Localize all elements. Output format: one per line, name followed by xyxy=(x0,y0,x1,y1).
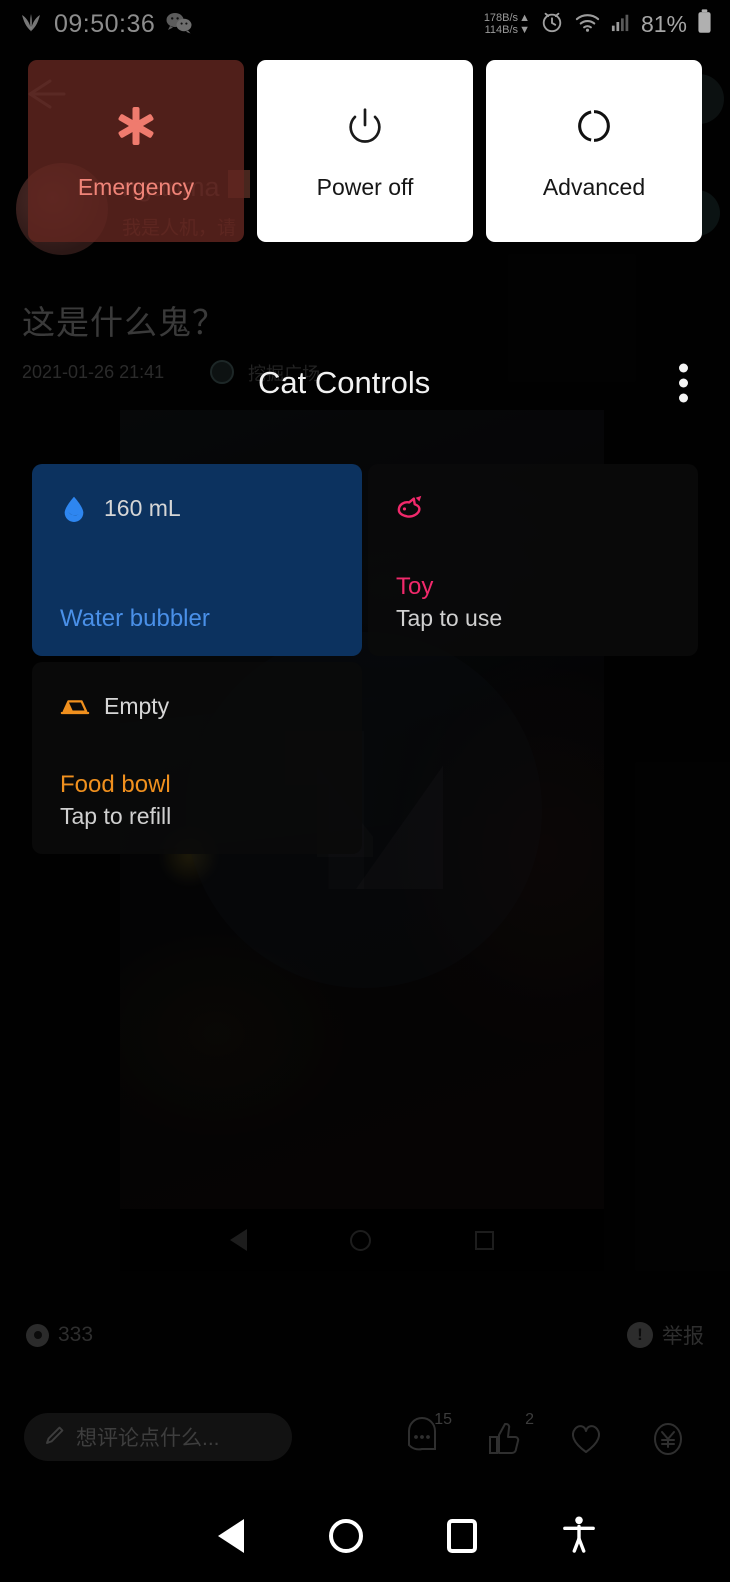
water-tile-bottom: Water bubbler xyxy=(60,603,334,634)
comment-placeholder: 想评论点什么... xyxy=(76,1427,220,1450)
advanced-label: Advanced xyxy=(542,173,646,200)
toy-tile-bottom: Toy Tap to use xyxy=(396,571,670,634)
power-menu: Emergency Power off Advanced xyxy=(28,60,702,242)
control-tile-toy[interactable]: Toy Tap to use xyxy=(368,464,698,656)
system-nav-bar xyxy=(0,1490,730,1582)
report-label: 举报 xyxy=(662,1325,704,1348)
fish-icon xyxy=(396,493,426,523)
report-group[interactable]: ! 举报 xyxy=(627,1320,704,1350)
eye-icon xyxy=(26,1323,49,1347)
controls-grid: 160 mL Water bubbler Toy Tap to use Empt… xyxy=(32,464,698,854)
food-status: Empty xyxy=(104,692,170,719)
battery-percent: 81% xyxy=(640,10,687,37)
leaf-icon xyxy=(18,9,44,40)
alarm-clock-icon xyxy=(540,10,564,39)
emergency-button[interactable]: Emergency xyxy=(28,60,244,242)
water-drop-icon xyxy=(60,493,90,523)
toy-tile-top xyxy=(396,490,670,526)
power-off-button[interactable]: Power off xyxy=(257,60,473,242)
water-tile-top: 160 mL xyxy=(60,490,334,526)
food-tile-top: Empty xyxy=(60,688,334,724)
pencil-icon xyxy=(44,1424,66,1451)
panel-header: Cat Controls xyxy=(0,352,730,414)
advanced-button[interactable]: Advanced xyxy=(486,60,702,242)
network-up-row: 178B/s ▲ xyxy=(484,12,530,24)
view-count-group: 333 xyxy=(26,1323,93,1347)
status-bar: 09:50:36 178B/s ▲ 114B/s ▼ 81% xyxy=(0,0,730,48)
post-title: 这是什么鬼？ xyxy=(22,304,226,341)
power-off-label: Power off xyxy=(316,173,414,200)
control-tile-food-bowl[interactable]: Empty Food bowl Tap to refill xyxy=(32,662,362,854)
status-bar-left: 09:50:36 xyxy=(18,9,193,40)
warning-icon: ! xyxy=(627,1322,653,1348)
status-time: 09:50:36 xyxy=(54,9,156,38)
view-count: 333 xyxy=(58,1323,94,1346)
down-arrow-icon: ▼ xyxy=(519,24,530,36)
comment-count: 15 xyxy=(434,1411,452,1428)
comment-bar: 想评论点什么... 15 2 xyxy=(0,1398,730,1476)
thumbs-up-icon[interactable]: 2 xyxy=(484,1411,534,1459)
cellular-signal-icon xyxy=(611,11,631,38)
heart-icon[interactable] xyxy=(566,1415,606,1459)
water-name: Water bubbler xyxy=(60,604,210,632)
like-count: 2 xyxy=(525,1411,534,1428)
cat-controls-panel: Cat Controls 160 mL Water bubbler Toy Ta… xyxy=(0,352,730,854)
more-vertical-icon[interactable] xyxy=(673,358,694,409)
food-sub: Tap to refill xyxy=(60,803,172,830)
comment-bubble-icon[interactable]: 15 xyxy=(402,1411,452,1459)
nav-home-icon[interactable] xyxy=(328,1519,363,1553)
accessibility-icon[interactable] xyxy=(562,1515,596,1558)
food-tile-bottom: Food bowl Tap to refill xyxy=(60,769,334,832)
network-down-row: 114B/s ▼ xyxy=(485,24,530,36)
emergency-label: Emergency xyxy=(77,173,195,200)
toy-name: Toy xyxy=(396,572,434,600)
up-arrow-icon: ▲ xyxy=(519,11,530,24)
comment-input[interactable]: 想评论点什么... xyxy=(24,1413,292,1461)
post-action-icons: 15 2 xyxy=(402,1411,706,1459)
status-bar-right: 178B/s ▲ 114B/s ▼ 81% xyxy=(484,8,712,40)
yen-reward-icon[interactable] xyxy=(648,1415,688,1459)
system-nav-inner xyxy=(0,1515,730,1558)
wechat-icon xyxy=(165,10,193,39)
page-title: Cat Controls xyxy=(258,365,431,400)
restart-icon xyxy=(572,102,616,150)
nav-back-icon[interactable] xyxy=(218,1519,245,1553)
phone-screen: nganma 我是人机，请 这是什么鬼？ 2021-01-26 21:41 挖掘… xyxy=(0,0,730,1582)
network-speed: 178B/s ▲ 114B/s ▼ xyxy=(484,12,530,37)
network-up: 178B/s xyxy=(483,11,519,24)
power-icon xyxy=(343,102,387,150)
nav-recents-icon[interactable] xyxy=(447,1519,478,1553)
battery-icon xyxy=(697,8,712,40)
post-stats-row: 333 ! 举报 xyxy=(0,1305,730,1365)
water-status: 160 mL xyxy=(104,494,181,521)
food-bowl-icon xyxy=(60,691,90,721)
toy-sub: Tap to use xyxy=(396,605,503,632)
control-tile-water-bubbler[interactable]: 160 mL Water bubbler xyxy=(32,464,362,656)
medical-asterisk-icon xyxy=(113,102,159,150)
food-name: Food bowl xyxy=(60,770,171,798)
network-down: 114B/s xyxy=(484,24,519,36)
wifi-icon xyxy=(574,11,601,38)
